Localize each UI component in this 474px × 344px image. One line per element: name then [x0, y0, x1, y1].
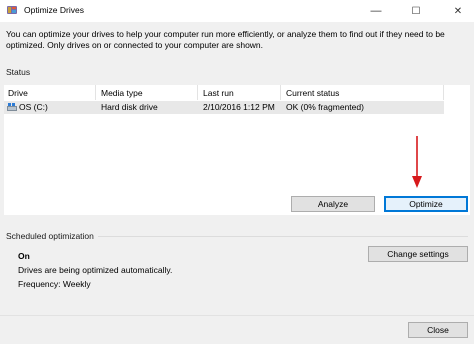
- change-settings-button[interactable]: Change settings: [368, 246, 468, 262]
- close-window-button[interactable]: ✕: [444, 0, 472, 22]
- schedule-state: On: [18, 251, 30, 261]
- drive-current-status: OK (0% fragmented): [286, 102, 364, 112]
- column-divider: [280, 85, 281, 100]
- column-divider: [95, 85, 96, 100]
- red-arrow-annotation: [412, 136, 422, 188]
- close-button[interactable]: Close: [408, 322, 468, 338]
- column-header-media-type[interactable]: Media type: [101, 88, 143, 98]
- status-label: Status: [6, 67, 31, 77]
- footer: [0, 315, 474, 344]
- column-header-current-status[interactable]: Current status: [286, 88, 339, 98]
- column-header-drive[interactable]: Drive: [8, 88, 28, 98]
- column-divider: [443, 85, 444, 100]
- maximize-button[interactable]: ☐: [402, 0, 430, 22]
- window-title: Optimize Drives: [24, 5, 84, 15]
- hard-drive-icon: [7, 103, 17, 111]
- scheduled-optimization-label: Scheduled optimization: [6, 231, 94, 241]
- minimize-button[interactable]: —: [362, 0, 390, 22]
- column-header-last-run[interactable]: Last run: [203, 88, 234, 98]
- column-divider: [197, 85, 198, 100]
- description-text: You can optimize your drives to help you…: [6, 29, 445, 50]
- optimize-button[interactable]: Optimize: [384, 196, 468, 212]
- schedule-frequency: Frequency: Weekly: [18, 279, 91, 289]
- section-divider: [98, 236, 468, 237]
- title-bar: Optimize Drives — ☐ ✕: [0, 0, 474, 22]
- analyze-button[interactable]: Analyze: [291, 196, 375, 212]
- optimize-drives-app-icon: [7, 6, 17, 14]
- drive-media-type: Hard disk drive: [101, 102, 158, 112]
- drive-last-run: 2/10/2016 1:12 PM: [203, 102, 275, 112]
- drive-row[interactable]: OS (C:) Hard disk drive 2/10/2016 1:12 P…: [4, 101, 444, 114]
- drive-name: OS (C:): [19, 102, 48, 112]
- schedule-description: Drives are being optimized automatically…: [18, 265, 173, 275]
